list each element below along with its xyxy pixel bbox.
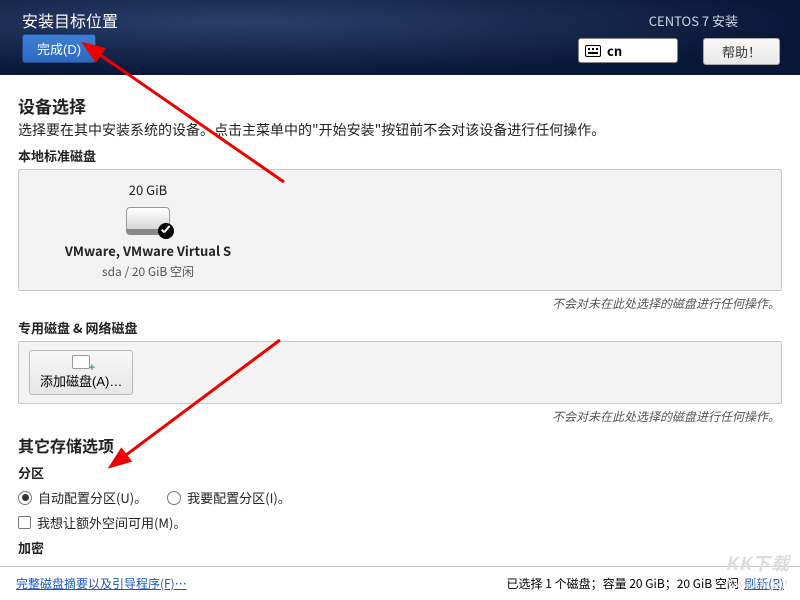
local-disks-panel: 20 GiB VMware, VMware Virtual S sda / 20… bbox=[18, 169, 782, 291]
keyboard-layout-selector[interactable]: cn bbox=[578, 38, 678, 63]
keyboard-icon bbox=[585, 45, 601, 57]
checkbox-icon bbox=[18, 516, 31, 529]
hard-disk-icon bbox=[126, 205, 170, 235]
partition-heading: 分区 bbox=[18, 463, 782, 482]
device-selection-heading: 设备选择 bbox=[18, 93, 782, 118]
keyboard-layout-label: cn bbox=[607, 41, 622, 60]
installer-subtitle: CENTOS 7 安装 bbox=[649, 11, 738, 30]
add-disk-button[interactable]: 添加磁盘(A)… bbox=[29, 350, 133, 395]
footer-status-group: 已选择 1 个磁盘；容量 20 GiB；20 GiB 空闲 刷新(R) bbox=[507, 575, 784, 592]
add-disk-label: 添加磁盘(A)… bbox=[40, 371, 122, 390]
disk-name: VMware, VMware Virtual S bbox=[33, 241, 263, 260]
encrypt-heading: 加密 bbox=[18, 538, 782, 557]
selection-status: 已选择 1 个磁盘；容量 20 GiB；20 GiB 空闲 bbox=[507, 575, 739, 592]
radio-icon bbox=[18, 491, 32, 505]
help-button[interactable]: 帮助！ bbox=[703, 38, 780, 65]
disk-summary-link[interactable]: 完整磁盘摘要以及引导程序(F)… bbox=[16, 575, 187, 592]
radio-icon bbox=[167, 491, 181, 505]
footer-bar: 完整磁盘摘要以及引导程序(F)… 已选择 1 个磁盘；容量 20 GiB；20 … bbox=[0, 566, 800, 600]
extra-space-checkbox[interactable]: 我想让额外空间可用(M)。 bbox=[18, 513, 186, 532]
local-disks-note: 不会对未在此处选择的磁盘进行任何操作。 bbox=[18, 295, 780, 312]
done-button[interactable]: 完成(D) bbox=[22, 34, 96, 63]
auto-partition-radio[interactable]: 自动配置分区(U)。 bbox=[18, 488, 147, 507]
disk-capacity: 20 GiB bbox=[33, 180, 263, 199]
installer-header: 安装目标位置 CENTOS 7 安装 完成(D) cn 帮助！ bbox=[0, 0, 800, 75]
refresh-link[interactable]: 刷新(R) bbox=[744, 575, 784, 592]
page-title: 安装目标位置 bbox=[22, 8, 118, 32]
storage-options-heading: 其它存储选项 bbox=[18, 433, 782, 457]
manual-partition-radio[interactable]: 我要配置分区(I)。 bbox=[167, 488, 291, 507]
disk-details: sda / 20 GiB 空闲 bbox=[33, 263, 263, 280]
local-disks-heading: 本地标准磁盘 bbox=[18, 146, 782, 165]
add-disk-icon bbox=[72, 355, 90, 369]
storage-options: 其它存储选项 分区 自动配置分区(U)。 我要配置分区(I)。 我想让额外空间可… bbox=[18, 433, 782, 557]
extra-space-label: 我想让额外空间可用(M)。 bbox=[37, 513, 186, 532]
special-disks-note: 不会对未在此处选择的磁盘进行任何操作。 bbox=[18, 408, 780, 425]
main-content: 设备选择 选择要在其中安装系统的设备。点击主菜单中的"开始安装"按钮前不会对该设… bbox=[0, 75, 800, 557]
manual-partition-label: 我要配置分区(I)。 bbox=[187, 488, 291, 507]
special-disks-heading: 专用磁盘 & 网络磁盘 bbox=[18, 318, 782, 337]
disk-item[interactable]: 20 GiB VMware, VMware Virtual S sda / 20… bbox=[33, 180, 263, 280]
check-icon bbox=[158, 223, 174, 239]
auto-partition-label: 自动配置分区(U)。 bbox=[38, 488, 147, 507]
device-selection-desc: 选择要在其中安装系统的设备。点击主菜单中的"开始安装"按钮前不会对该设备进行任何… bbox=[18, 120, 782, 140]
special-disks-panel: 添加磁盘(A)… bbox=[18, 341, 782, 404]
